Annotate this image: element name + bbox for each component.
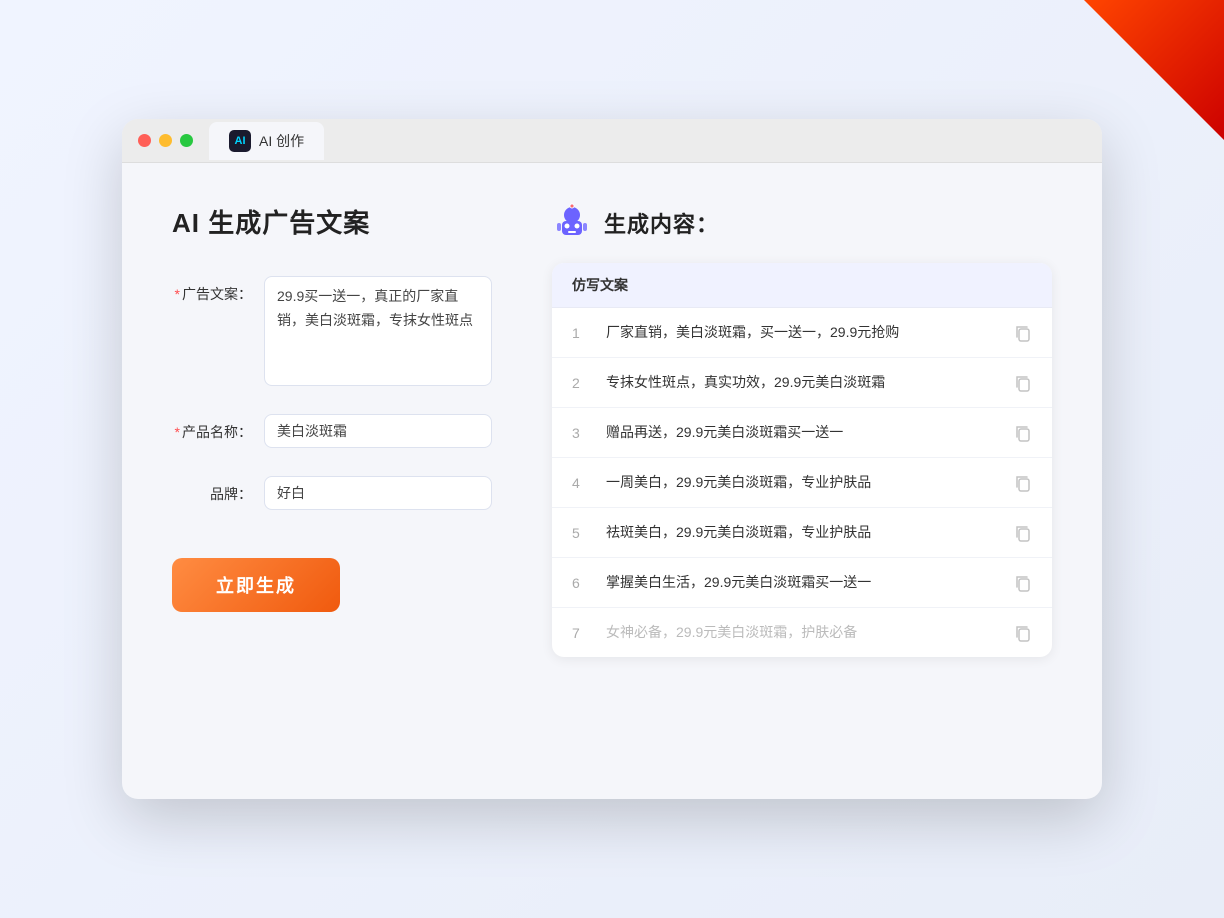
- row-number: 4: [572, 475, 590, 491]
- row-number: 1: [572, 325, 590, 341]
- product-name-label: *产品名称：: [172, 414, 252, 442]
- copy-icon[interactable]: [1014, 624, 1032, 642]
- row-text: 一周美白，29.9元美白淡斑霜，专业护肤品: [606, 472, 998, 493]
- row-text: 掌握美白生活，29.9元美白淡斑霜买一送一: [606, 572, 998, 593]
- result-title: 生成内容：: [604, 207, 719, 239]
- copy-icon[interactable]: [1014, 324, 1032, 342]
- titlebar: AI AI 创作: [122, 119, 1102, 163]
- row-number: 7: [572, 625, 590, 641]
- copy-icon[interactable]: [1014, 524, 1032, 542]
- ad-copy-label: *广告文案：: [172, 276, 252, 304]
- minimize-button[interactable]: [159, 134, 172, 147]
- result-table: 仿写文案 1 厂家直销，美白淡斑霜，买一送一，29.9元抢购 2 专抹女性斑点，真实…: [552, 263, 1052, 657]
- main-content: AI 生成广告文案 *广告文案： 29.9买一送一，真正的厂家直销，美白淡斑霜，…: [122, 163, 1102, 697]
- required-star-2: *: [175, 424, 180, 440]
- table-row: 4 一周美白，29.9元美白淡斑霜，专业护肤品: [552, 458, 1052, 508]
- ai-tab-icon: AI: [229, 130, 251, 152]
- brand-label: 品牌：: [172, 476, 252, 504]
- brand-input[interactable]: [264, 476, 492, 510]
- result-header: 生成内容：: [552, 203, 1052, 243]
- copy-icon[interactable]: [1014, 474, 1032, 492]
- table-row: 3 赠品再送，29.9元美白淡斑霜买一送一: [552, 408, 1052, 458]
- page-title: AI 生成广告文案: [172, 203, 492, 240]
- traffic-lights: [138, 134, 193, 147]
- ad-copy-row: *广告文案： 29.9买一送一，真正的厂家直销，美白淡斑霜，专抹女性斑点: [172, 276, 492, 386]
- corner-decoration: [1084, 0, 1224, 140]
- ai-tab[interactable]: AI AI 创作: [209, 122, 324, 160]
- required-star: *: [175, 286, 180, 302]
- row-number: 5: [572, 525, 590, 541]
- row-number: 6: [572, 575, 590, 591]
- row-text: 专抹女性斑点，真实功效，29.9元美白淡斑霜: [606, 372, 998, 393]
- app-window: AI AI 创作 AI 生成广告文案 *广告文案： 29.9买一送一，真正的厂家…: [122, 119, 1102, 799]
- ad-copy-input[interactable]: 29.9买一送一，真正的厂家直销，美白淡斑霜，专抹女性斑点: [264, 276, 492, 386]
- row-text: 祛斑美白，29.9元美白淡斑霜，专业护肤品: [606, 522, 998, 543]
- left-panel: AI 生成广告文案 *广告文案： 29.9买一送一，真正的厂家直销，美白淡斑霜，…: [172, 203, 492, 657]
- generate-button[interactable]: 立即生成: [172, 558, 340, 612]
- right-panel: 生成内容： 仿写文案 1 厂家直销，美白淡斑霜，买一送一，29.9元抢购 2 专抹女…: [552, 203, 1052, 657]
- product-name-input[interactable]: [264, 414, 492, 448]
- product-name-row: *产品名称：: [172, 414, 492, 448]
- brand-row: 品牌：: [172, 476, 492, 510]
- table-row: 5 祛斑美白，29.9元美白淡斑霜，专业护肤品: [552, 508, 1052, 558]
- table-row: 7 女神必备，29.9元美白淡斑霜，护肤必备: [552, 608, 1052, 657]
- row-number: 3: [572, 425, 590, 441]
- close-button[interactable]: [138, 134, 151, 147]
- copy-icon[interactable]: [1014, 574, 1032, 592]
- ai-tab-label: AI 创作: [259, 131, 304, 151]
- row-number: 2: [572, 375, 590, 391]
- row-text: 赠品再送，29.9元美白淡斑霜买一送一: [606, 422, 998, 443]
- table-row: 2 专抹女性斑点，真实功效，29.9元美白淡斑霜: [552, 358, 1052, 408]
- row-text: 厂家直销，美白淡斑霜，买一送一，29.9元抢购: [606, 322, 998, 343]
- table-header: 仿写文案: [552, 263, 1052, 308]
- row-text: 女神必备，29.9元美白淡斑霜，护肤必备: [606, 622, 998, 643]
- table-row: 1 厂家直销，美白淡斑霜，买一送一，29.9元抢购: [552, 308, 1052, 358]
- copy-icon[interactable]: [1014, 374, 1032, 392]
- maximize-button[interactable]: [180, 134, 193, 147]
- table-row: 6 掌握美白生活，29.9元美白淡斑霜买一送一: [552, 558, 1052, 608]
- copy-icon[interactable]: [1014, 424, 1032, 442]
- result-rows: 1 厂家直销，美白淡斑霜，买一送一，29.9元抢购 2 专抹女性斑点，真实功效，29…: [552, 308, 1052, 657]
- robot-icon: [552, 203, 592, 243]
